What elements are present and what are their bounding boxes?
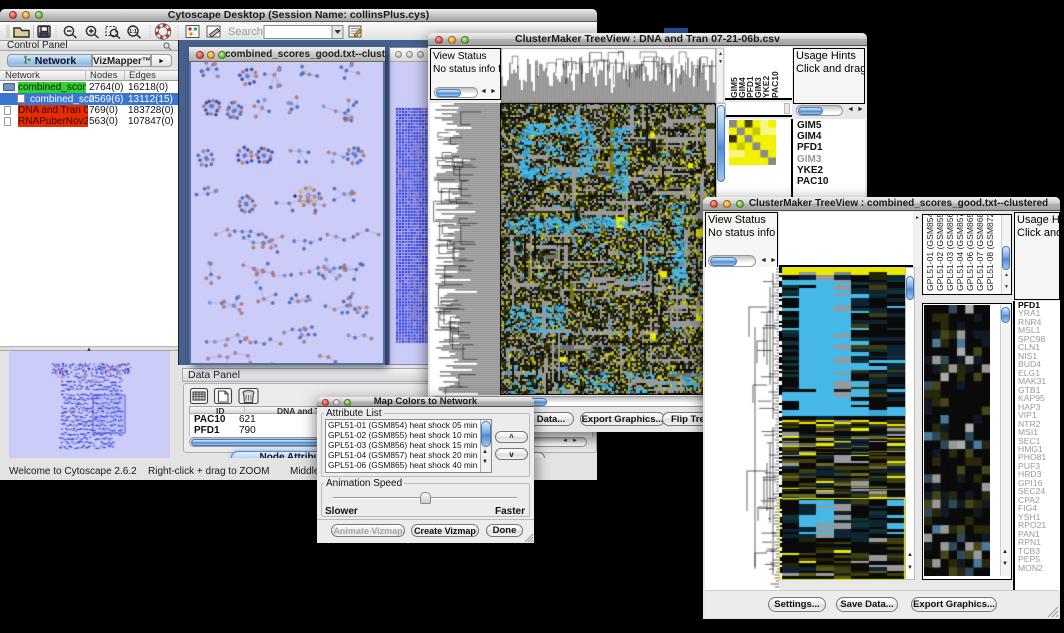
svg-text:1:1: 1:1 bbox=[129, 29, 137, 35]
svg-text:Search:: Search: bbox=[228, 26, 266, 38]
